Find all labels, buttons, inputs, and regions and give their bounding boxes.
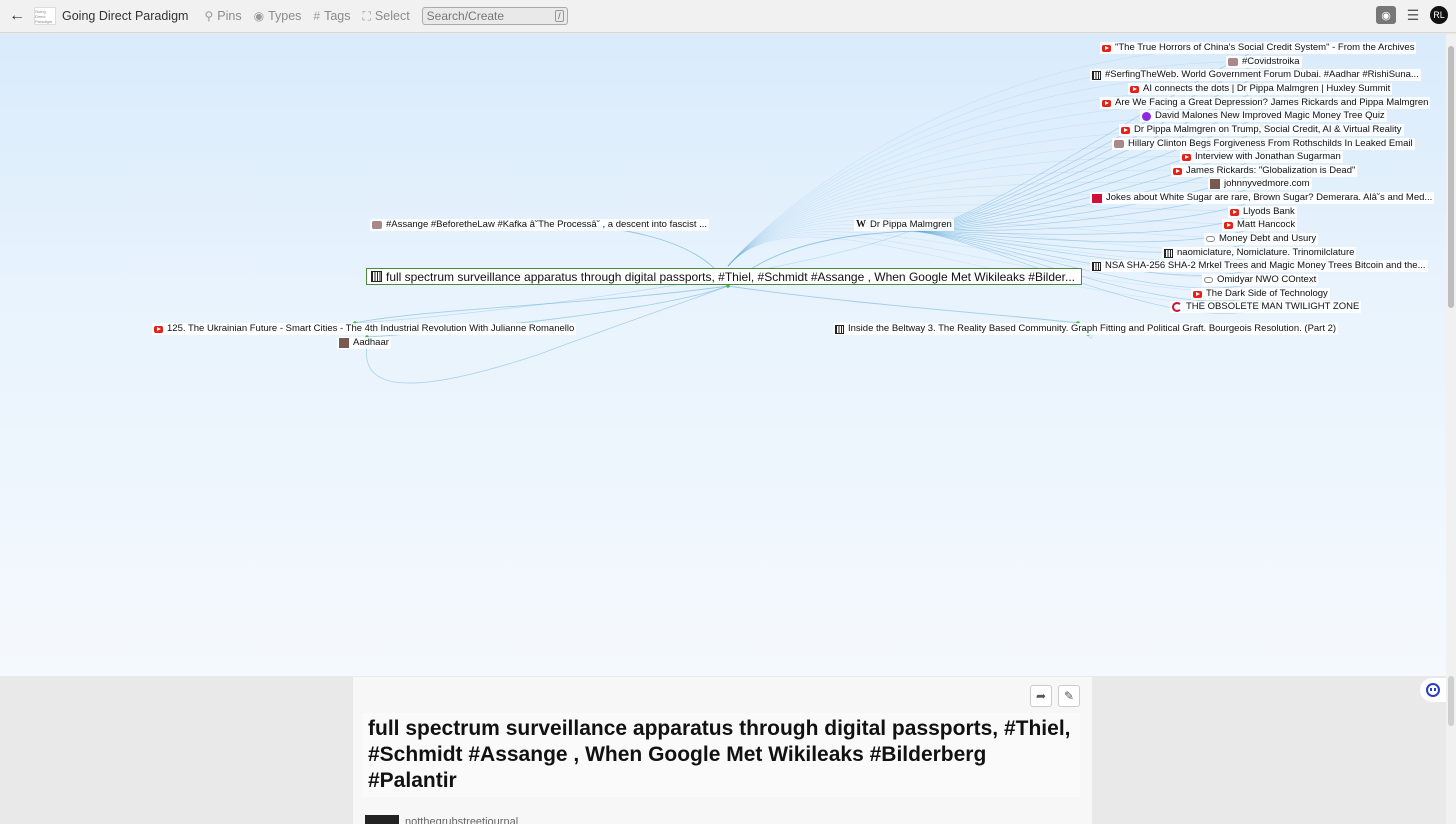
youtube-icon bbox=[1193, 290, 1202, 298]
user-avatar[interactable]: RL bbox=[1430, 6, 1448, 24]
graph-edge bbox=[727, 285, 1079, 324]
author-name: notthegrubstreetjournal bbox=[405, 816, 519, 824]
node-thumbnail-icon bbox=[339, 338, 349, 348]
node-thumbnail-icon bbox=[1092, 193, 1102, 203]
wikipedia-icon: W bbox=[856, 219, 866, 230]
node-thumbnail-icon bbox=[1228, 58, 1238, 66]
graph-node-pippa-malmgren[interactable]: W Dr Pippa Malmgren bbox=[854, 219, 954, 231]
author-row[interactable]: notthegrubstreetjournal bbox=[365, 815, 518, 824]
graph-node-right[interactable]: "The True Horrors of China's Social Cred… bbox=[1100, 42, 1417, 54]
graph-node-right[interactable]: Matt Hancock bbox=[1222, 219, 1298, 231]
vertical-scrollbar[interactable] bbox=[1446, 34, 1456, 824]
graph-node-right[interactable]: #Covidstroika bbox=[1226, 56, 1302, 68]
detail-panel: ➦ ✎ full spectrum surveillance apparatus… bbox=[353, 677, 1092, 824]
types-button[interactable]: ◉ Types bbox=[254, 9, 302, 23]
node-thumbnail-icon bbox=[1114, 140, 1124, 148]
graph-node-focused[interactable]: full spectrum surveillance apparatus thr… bbox=[366, 268, 1083, 285]
graph-canvas[interactable]: "The True Horrors of China's Social Cred… bbox=[0, 34, 1446, 676]
graph-node-right[interactable]: Are We Facing a Great Depression? James … bbox=[1100, 97, 1431, 109]
graph-node-right[interactable]: NSA SHA-256 SHA-2 Mrkel Trees and Magic … bbox=[1090, 260, 1428, 272]
youtube-icon bbox=[1102, 99, 1111, 107]
back-arrow-icon[interactable]: ← bbox=[0, 0, 34, 33]
hash-icon: # bbox=[313, 9, 321, 23]
pins-button[interactable]: ⚲ Pins bbox=[204, 9, 241, 23]
graph-node-right[interactable]: Jokes about White Sugar are rare, Brown … bbox=[1090, 192, 1435, 204]
node-thumbnail-icon bbox=[1172, 302, 1182, 312]
node-thumbnail-icon bbox=[372, 221, 382, 229]
scrollbar-thumb-lower[interactable] bbox=[1448, 676, 1454, 726]
graph-node-right[interactable]: Interview with Jonathan Sugarman bbox=[1180, 151, 1343, 163]
select-icon: ⛶ bbox=[362, 8, 371, 23]
bank-icon bbox=[1164, 248, 1173, 258]
graph-node-right[interactable]: Money Debt and Usury bbox=[1204, 233, 1319, 245]
tags-button[interactable]: # Tags bbox=[313, 9, 350, 23]
author-avatar bbox=[365, 815, 399, 824]
bank-icon bbox=[1092, 70, 1101, 80]
types-icon: ◉ bbox=[253, 9, 265, 23]
bank-icon bbox=[371, 271, 382, 282]
search-input[interactable] bbox=[426, 9, 547, 23]
youtube-icon bbox=[1230, 208, 1239, 216]
eye-icon[interactable]: ◉ bbox=[1376, 6, 1396, 24]
graph-node-assange[interactable]: #Assange #BeforetheLaw #Kafka â˘The Proc… bbox=[370, 219, 710, 231]
search-shortcut-hint: / bbox=[555, 10, 564, 22]
bank-icon bbox=[835, 324, 844, 334]
node-thumbnail-icon bbox=[1142, 111, 1151, 121]
graph-node-aadhaar[interactable]: Aadhaar bbox=[337, 337, 391, 349]
youtube-icon bbox=[1130, 85, 1139, 93]
graph-node-ukrainian-future[interactable]: 125. The Ukrainian Future - Smart Cities… bbox=[152, 323, 577, 335]
youtube-icon bbox=[1173, 167, 1182, 175]
node-thumbnail-icon bbox=[1210, 179, 1220, 189]
edit-pencil-icon[interactable]: ✎ bbox=[1058, 685, 1080, 707]
graph-node-right[interactable]: Omidyar NWO COntext bbox=[1202, 274, 1319, 286]
space-logo: Going Direct Paradigm bbox=[34, 7, 56, 25]
graph-node-right[interactable]: Hillary Clinton Begs Forgiveness From Ro… bbox=[1112, 138, 1415, 150]
graph-node-right[interactable]: Dr Pippa Malmgren on Trump, Social Credi… bbox=[1119, 124, 1404, 136]
assistant-bot-icon[interactable] bbox=[1420, 678, 1446, 702]
graph-node-right[interactable]: #SerfingTheWeb. World Government Forum D… bbox=[1090, 69, 1421, 81]
graph-node-right[interactable]: AI connects the dots | Dr Pippa Malmgren… bbox=[1128, 83, 1393, 95]
graph-node-right[interactable]: David Malones New Improved Magic Money T… bbox=[1140, 110, 1387, 122]
bank-icon bbox=[1092, 261, 1101, 271]
node-thumbnail-icon bbox=[1206, 236, 1215, 242]
graph-node-right[interactable]: James Rickards: "Globalization is Dead" bbox=[1171, 165, 1358, 177]
youtube-icon bbox=[1182, 153, 1191, 161]
space-title[interactable]: Going Direct Paradigm bbox=[62, 9, 188, 23]
top-toolbar: ← Going Direct Paradigm Going Direct Par… bbox=[0, 0, 1456, 33]
share-icon[interactable]: ➦ bbox=[1030, 685, 1052, 707]
graph-node-beltway[interactable]: Inside the Beltway 3. The Reality Based … bbox=[833, 323, 1339, 335]
detail-title[interactable]: full spectrum surveillance apparatus thr… bbox=[362, 713, 1080, 797]
graph-node-right[interactable]: naomiclature, Nomiclature. Trinomilclatu… bbox=[1162, 247, 1357, 259]
pin-icon: ⚲ bbox=[204, 9, 214, 23]
graph-node-right[interactable]: johnnyvedmore.com bbox=[1208, 178, 1312, 190]
sliders-icon[interactable]: ☰ bbox=[1404, 6, 1422, 24]
youtube-icon bbox=[1121, 126, 1130, 134]
node-thumbnail-icon bbox=[1204, 277, 1213, 283]
graph-node-right[interactable]: THE OBSOLETE MAN TWILIGHT ZONE bbox=[1170, 301, 1362, 313]
youtube-icon bbox=[1224, 221, 1233, 229]
select-button[interactable]: ⛶ Select bbox=[363, 9, 410, 24]
graph-node-right[interactable]: Llyods Bank bbox=[1228, 206, 1297, 218]
scrollbar-thumb[interactable] bbox=[1448, 46, 1454, 308]
search-box[interactable]: / bbox=[421, 7, 568, 25]
youtube-icon bbox=[1102, 44, 1111, 52]
graph-node-right[interactable]: The Dark Side of Technology bbox=[1191, 288, 1330, 300]
youtube-icon bbox=[154, 325, 163, 333]
